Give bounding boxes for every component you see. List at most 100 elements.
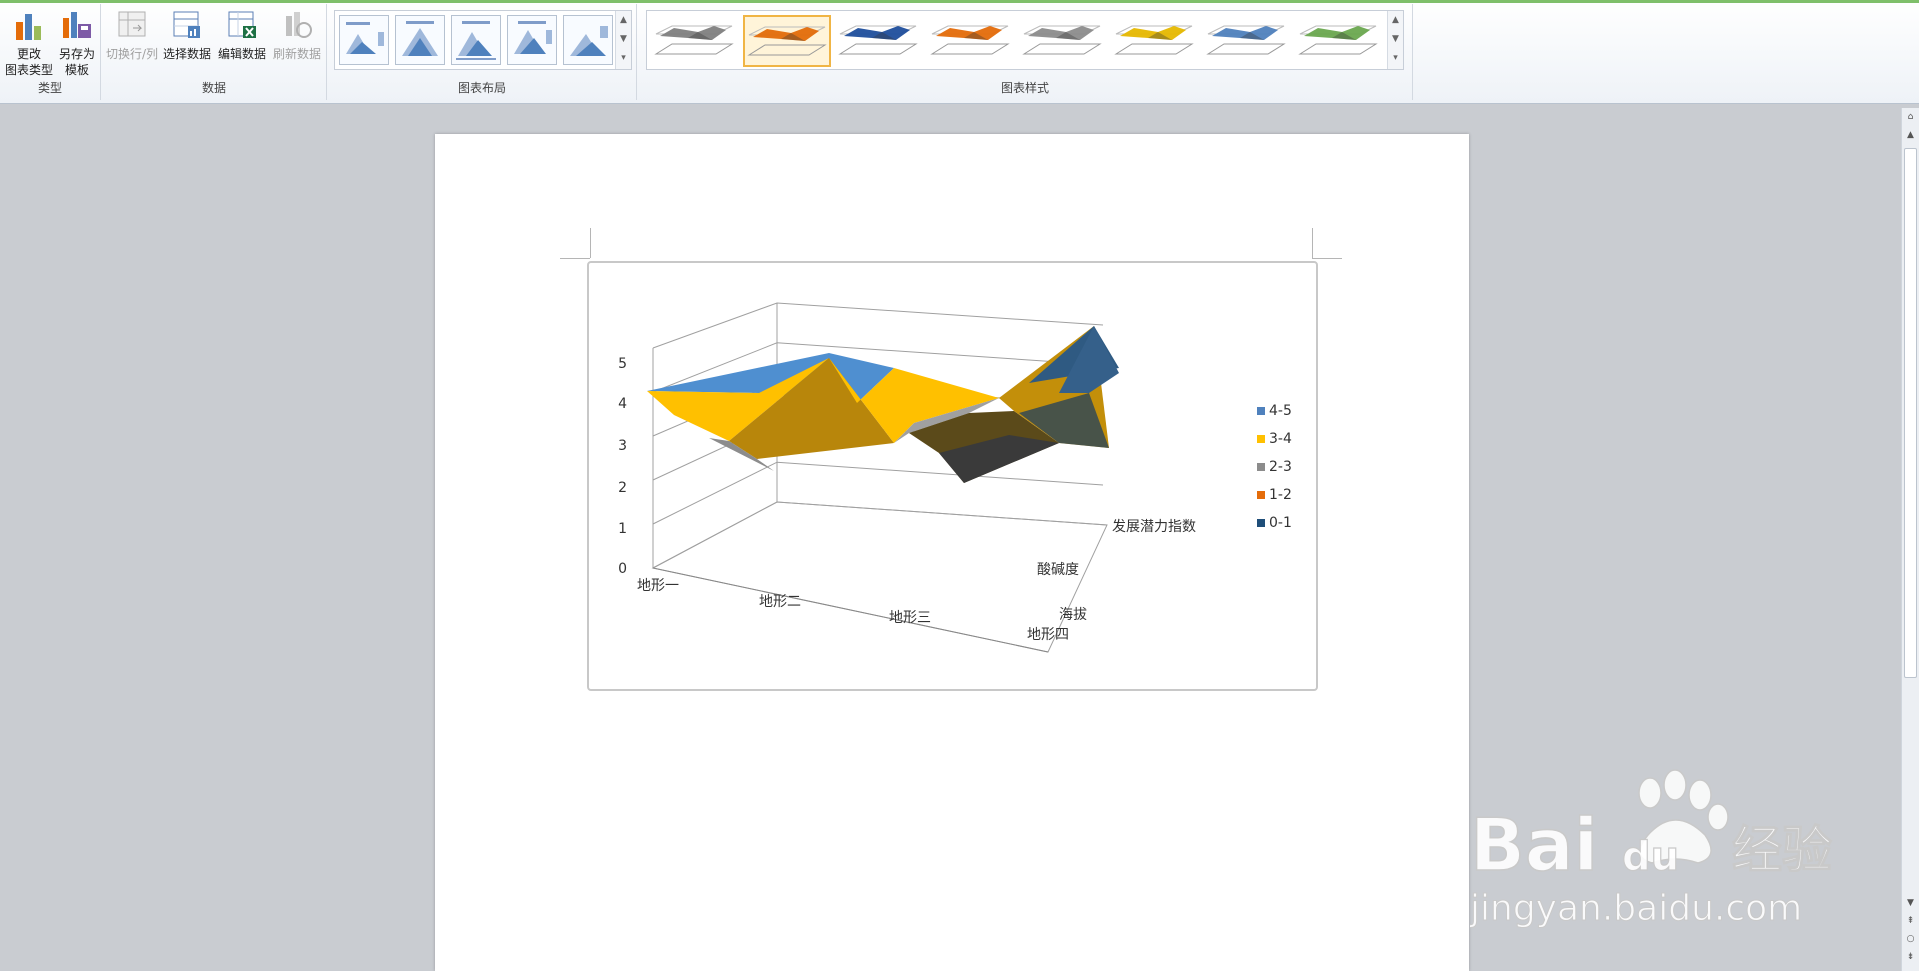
chart-style-thumb-gold[interactable] [1111, 15, 1199, 67]
z-tick-label: 5 [618, 356, 627, 372]
save-as-template-button[interactable]: 另存为 模板 [52, 6, 102, 80]
z-tick-label: 1 [618, 521, 627, 537]
gridline [652, 461, 1104, 525]
series-axis-label: 海拔 [1059, 607, 1087, 623]
series-axis-label: 发展潜力指数 [1112, 519, 1196, 535]
legend-label: 3-4 [1269, 431, 1292, 447]
surface-style-icon [1114, 25, 1194, 55]
chart-style-thumb-gray[interactable] [651, 15, 739, 67]
legend-swatch [1257, 407, 1265, 415]
z-tick-label: 0 [618, 561, 627, 577]
switch-row-column-label: 切换行/列 [105, 47, 159, 61]
z-tick-label: 4 [618, 396, 627, 412]
chart-style-thumb-green[interactable] [1295, 15, 1383, 67]
surface-chart[interactable]: 0 1 2 3 4 5 地形一地形二地形三地形四 海拔 酸碱度 发展潜力指数 4-5 3-4 2-… [589, 263, 1316, 689]
surface-style-icon [1022, 25, 1102, 55]
switch-row-column-icon [118, 11, 146, 37]
scrollbar-thumb[interactable] [1904, 148, 1917, 678]
baidu-jingyan-watermark: Bai du 经验 jingyan.baidu.com [1470, 769, 1833, 930]
legend-label: 0-1 [1269, 515, 1292, 531]
group-chart-style: ▲ ▼ ▾ 图表样式 [638, 4, 1413, 100]
prev-page-icon[interactable]: ⇞ [1902, 916, 1919, 930]
gallery-more-icon[interactable]: ▾ [616, 49, 631, 68]
category-label: 地形一 [637, 578, 679, 594]
watermark-brand-2: du [1622, 834, 1679, 880]
edit-data-button[interactable]: 编辑数据 [215, 6, 269, 80]
category-label: 地形三 [889, 610, 931, 626]
chart-style-gallery: ▲ ▼ ▾ [646, 10, 1404, 70]
layout-thumb-3[interactable] [451, 15, 501, 65]
save-as-template-label-1: 另存为 [58, 47, 95, 61]
legend-swatch [1257, 491, 1265, 499]
chart-style-thumb-orange[interactable] [743, 15, 831, 67]
refresh-data-label: 刷新数据 [272, 47, 321, 61]
refresh-data-button[interactable]: 刷新数据 [270, 6, 324, 80]
chart-layout-gallery: ▲ ▼ ▾ [334, 10, 632, 70]
scroll-up-icon[interactable]: ▲ [616, 11, 631, 30]
gridline [652, 302, 1104, 349]
switch-row-column-button[interactable]: 切换行/列 [104, 6, 160, 80]
category-label: 地形二 [759, 594, 801, 610]
scroll-up-arrow-icon[interactable]: ▲ [1902, 130, 1919, 144]
layout-thumb-2[interactable] [395, 15, 445, 65]
change-chart-type-label-1: 更改 [16, 47, 41, 61]
layout-5-icon [570, 26, 608, 56]
series-axis-label: 酸碱度 [1037, 562, 1079, 578]
style-scroll-down-icon[interactable]: ▼ [1388, 30, 1403, 49]
style-scroll-up-icon[interactable]: ▲ [1388, 11, 1403, 30]
legend-label: 2-3 [1269, 459, 1292, 475]
chart-style-thumb-blue[interactable] [835, 15, 923, 67]
legend-swatch [1257, 463, 1265, 471]
layout-gallery-scroller[interactable]: ▲ ▼ ▾ [615, 11, 631, 69]
series-axis-labels: 海拔 酸碱度 发展潜力指数 [1037, 519, 1196, 623]
select-data-icon [173, 11, 200, 38]
z-axis-tick-labels: 0 1 2 3 4 5 [618, 356, 627, 577]
layout-1-icon [346, 22, 384, 54]
save-template-icon [63, 12, 91, 38]
style-gallery-scroller[interactable]: ▲ ▼ ▾ [1387, 11, 1403, 69]
chart-style-thumb-orange-2[interactable] [927, 15, 1015, 67]
refresh-data-icon [286, 12, 312, 38]
watermark-brand: Bai [1470, 803, 1598, 887]
scroll-down-icon[interactable]: ▼ [616, 30, 631, 49]
watermark-cn: 经验 [1732, 821, 1832, 879]
legend: 4-5 3-4 2-3 1-2 0-1 [1257, 403, 1292, 531]
group-data: 切换行/列 选择数据 编辑数据 刷新数据 数据 [102, 4, 327, 100]
layout-4-icon [514, 21, 552, 54]
legend-label: 1-2 [1269, 487, 1292, 503]
layout-thumb-1[interactable] [339, 15, 389, 65]
style-gallery-more-icon[interactable]: ▾ [1388, 49, 1403, 68]
surface-style-icon [1206, 25, 1286, 55]
layout-thumb-5[interactable] [563, 15, 613, 65]
next-page-icon[interactable]: ⇟ [1902, 952, 1919, 966]
layout-3-icon [456, 21, 496, 60]
group-chart-layout-label: 图表布局 [457, 81, 506, 95]
crop-mark [1312, 258, 1342, 259]
crop-mark [590, 228, 591, 258]
group-chart-layout: ▲ ▼ ▾ 图表布局 [328, 4, 637, 100]
surface-style-icon [930, 25, 1010, 55]
layout-thumb-4[interactable] [507, 15, 557, 65]
z-tick-label: 2 [618, 480, 627, 496]
surface-style-icon [654, 25, 734, 55]
browse-object-icon[interactable]: ○ [1902, 934, 1919, 948]
ribbon-accent-line [0, 0, 1919, 3]
vertical-scrollbar[interactable]: ⌂ ▲ ▼ ⇞ ○ ⇟ [1901, 108, 1919, 971]
surface-style-icon [747, 26, 827, 56]
change-chart-type-button[interactable]: 更改 图表类型 [4, 6, 54, 80]
z-tick-label: 3 [618, 438, 627, 454]
crop-mark [1312, 228, 1313, 258]
gridline [652, 501, 1108, 569]
legend-swatch [1257, 519, 1265, 527]
ribbon: 更改 图表类型 另存为 模板 类型 切换行/列 选择数据 编辑数据 刷新数据 数… [0, 0, 1919, 104]
group-type-label: 类型 [37, 81, 62, 95]
watermark-url: jingyan.baidu.com [1470, 888, 1802, 929]
category-label: 地形四 [1027, 627, 1069, 643]
chart-style-thumb-sky[interactable] [1203, 15, 1291, 67]
chart-style-thumb-gray-2[interactable] [1019, 15, 1107, 67]
edit-data-icon [228, 11, 256, 38]
ruler-toggle-icon[interactable]: ⌂ [1902, 112, 1919, 126]
chart-area[interactable]: 0 1 2 3 4 5 地形一 地形二 地形三 地形四 海拔 酸碱度 发展潜力指数 4-5 3-4 2-… [587, 261, 1318, 691]
scroll-down-arrow-icon[interactable]: ▼ [1902, 898, 1919, 912]
select-data-button[interactable]: 选择数据 [160, 6, 214, 80]
